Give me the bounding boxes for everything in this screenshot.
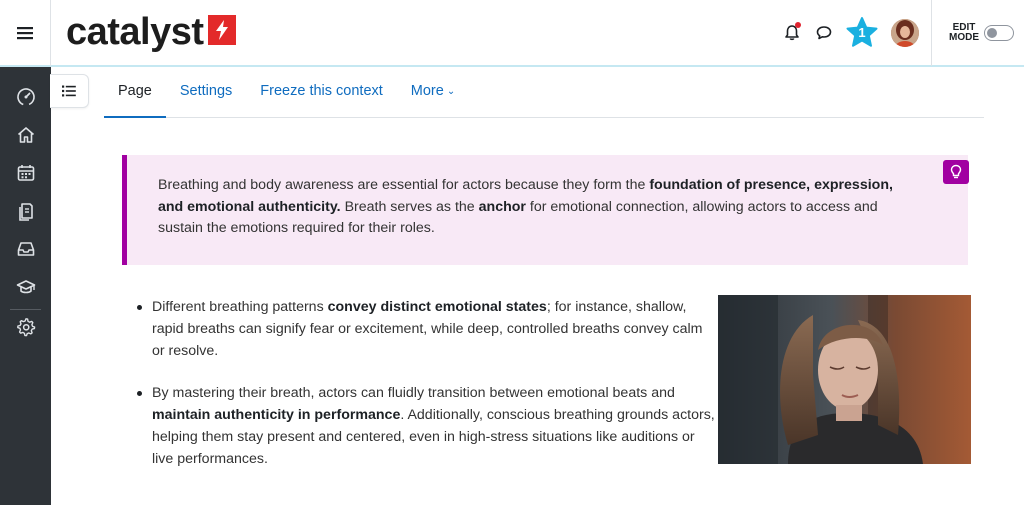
edit-mode-label: EDIT MODE <box>948 23 980 43</box>
chat-bubble-icon <box>816 26 832 40</box>
left-sidebar <box>0 67 51 505</box>
lightbulb-badge <box>943 160 969 184</box>
list-item: Different breathing patterns convey dist… <box>136 296 716 362</box>
notifications-button[interactable] <box>777 18 807 48</box>
chevron-down-icon: ⌄ <box>446 86 456 97</box>
course-index-toggle-button[interactable] <box>50 74 89 108</box>
tab-page[interactable]: Page <box>104 70 166 118</box>
tab-more[interactable]: More ⌄ <box>397 70 469 117</box>
edit-mode-switch[interactable]: EDIT MODE <box>932 0 1024 66</box>
sidebar-item-inbox[interactable] <box>0 230 51 268</box>
content-image-breathing-woman <box>718 295 971 464</box>
lightbulb-icon <box>950 164 962 179</box>
sidebar-item-dashboard[interactable] <box>0 78 51 116</box>
tab-more-label: More <box>410 83 444 99</box>
top-navbar: catalyst 1 EDIT MODE <box>0 0 1024 67</box>
edit-mode-label-line2: MODE <box>949 32 979 43</box>
hamburger-icon <box>17 27 33 40</box>
list-item-text: Different breathing patterns <box>152 299 328 315</box>
menu-toggle-button[interactable] <box>0 0 51 66</box>
sidebar-item-courses[interactable] <box>0 268 51 306</box>
level-count: 1 <box>858 25 866 40</box>
dashboard-icon <box>16 88 35 106</box>
callout-bold-text: anchor <box>478 198 526 215</box>
sidebar-item-calendar[interactable] <box>0 154 51 192</box>
site-logo[interactable]: catalyst <box>66 12 236 52</box>
calendar-icon <box>17 165 34 181</box>
logo-text: catalyst <box>66 11 204 53</box>
list-item-bold-text: convey distinct emotional states <box>327 299 547 315</box>
list-icon <box>62 85 76 97</box>
list-item-text: By mastering their breath, actors can fl… <box>152 385 675 401</box>
gear-icon <box>16 318 35 337</box>
callout-text: Breathing and body awareness are essenti… <box>158 175 918 240</box>
secondary-navigation: Page Settings Freeze this context More ⌄ <box>104 70 984 118</box>
callout-text-part: Breath serves as the <box>340 198 479 215</box>
tab-settings[interactable]: Settings <box>166 70 246 117</box>
toggle-knob <box>987 28 997 38</box>
edit-mode-toggle[interactable] <box>984 25 1014 41</box>
list-item-bold-text: maintain authenticity in performance <box>152 407 401 423</box>
files-icon <box>18 203 33 221</box>
content-bullet-list: Different breathing patterns convey dist… <box>136 296 716 470</box>
sidebar-item-home[interactable] <box>0 116 51 154</box>
notification-dot <box>795 22 801 28</box>
messages-button[interactable] <box>809 18 839 48</box>
graduation-cap-icon <box>16 280 35 294</box>
highlight-callout: Breathing and body awareness are essenti… <box>122 155 969 265</box>
user-avatar[interactable] <box>891 19 919 47</box>
level-star-badge[interactable]: 1 <box>845 16 879 50</box>
list-item: By mastering their breath, actors can fl… <box>136 382 716 470</box>
callout-text-part: Breathing and body awareness are essenti… <box>158 177 650 193</box>
sidebar-item-settings[interactable] <box>0 308 51 346</box>
tab-freeze-context[interactable]: Freeze this context <box>246 70 397 117</box>
inbox-icon <box>17 242 34 256</box>
sidebar-item-files[interactable] <box>0 192 51 230</box>
logo-lightning-icon <box>207 15 236 45</box>
home-icon <box>17 127 34 143</box>
